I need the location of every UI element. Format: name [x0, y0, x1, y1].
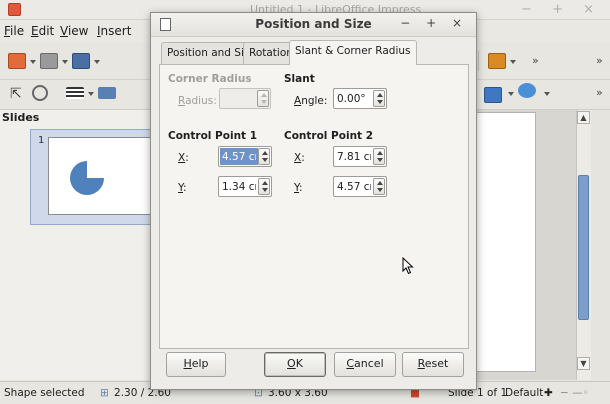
slides-pane-title: Slides	[2, 111, 40, 124]
radius-spin-buttons-icon	[257, 90, 269, 107]
radius-input	[221, 90, 255, 107]
help-button[interactable]: Help	[166, 352, 226, 377]
templates-dropdown-arrow-icon[interactable]	[62, 60, 68, 64]
status-selection: Shape selected	[4, 387, 85, 399]
toolbar-overflow-icon-2[interactable]: »	[596, 54, 603, 67]
dialog-window-controls[interactable]: − + ×	[400, 16, 468, 30]
control-point-1-heading: Control Point 1	[168, 130, 258, 142]
callout-dropdown-arrow-icon[interactable]	[544, 92, 550, 96]
status-layout: Default	[505, 387, 544, 399]
cp1-x-spin-buttons-icon[interactable]	[258, 148, 270, 165]
cp2-x-spinbox[interactable]	[333, 146, 387, 167]
cp2-y-spin-buttons-icon[interactable]	[373, 178, 385, 195]
app-window-controls[interactable]: − + ×	[521, 2, 602, 17]
slant-heading: Slant	[284, 73, 315, 85]
slide-canvas[interactable]	[470, 112, 536, 372]
zoom-slider[interactable]: − —◦	[560, 387, 589, 399]
slideshow-icon[interactable]	[488, 53, 506, 69]
scroll-down-arrow-icon[interactable]: ▼	[577, 357, 590, 370]
ok-button[interactable]: OK	[264, 352, 326, 377]
scroll-up-arrow-icon[interactable]: ▲	[577, 111, 590, 124]
angle-input[interactable]	[335, 90, 373, 107]
position-and-size-dialog: Position and Size − + × Position and Siz…	[150, 12, 477, 390]
pie-shape-thumbnail	[70, 161, 104, 195]
angle-label: Angle:	[294, 95, 328, 107]
table-dropdown-arrow-icon[interactable]	[508, 92, 514, 96]
cp2-y-input[interactable]	[335, 178, 373, 195]
callout-icon[interactable]	[518, 83, 536, 98]
cp1-x-spinbox[interactable]	[218, 146, 272, 167]
slide-thumbnail[interactable]	[48, 137, 152, 215]
cp1-y-input[interactable]	[220, 178, 258, 195]
cp1-y-label: Y:	[178, 182, 187, 194]
save-icon[interactable]	[72, 53, 90, 69]
menu-insert[interactable]: Insert	[97, 24, 131, 38]
new-dropdown-arrow-icon[interactable]	[30, 60, 36, 64]
toolbar-separator	[478, 51, 479, 71]
reset-button[interactable]: Reset	[402, 352, 464, 377]
cp2-x-input[interactable]	[335, 148, 373, 165]
cp1-y-spinbox[interactable]	[218, 176, 272, 197]
pie-shape	[70, 161, 104, 195]
table-icon[interactable]	[484, 87, 502, 103]
angle-spin-buttons-icon[interactable]	[373, 90, 385, 107]
menu-file[interactable]: File	[4, 24, 24, 38]
cp2-x-label: X:	[294, 152, 305, 164]
impress-app-icon	[8, 3, 21, 16]
angle-spinbox[interactable]	[333, 88, 387, 109]
cp2-y-label: Y:	[294, 182, 303, 194]
cp1-y-spin-buttons-icon[interactable]	[258, 178, 270, 195]
tab-slant-corner-radius[interactable]: Slant & Corner Radius	[289, 40, 417, 65]
control-point-2-heading: Control Point 2	[284, 130, 374, 142]
radius-spinbox	[219, 88, 271, 109]
cp2-y-spinbox[interactable]	[333, 176, 387, 197]
cancel-button[interactable]: Cancel	[334, 352, 396, 377]
save-dropdown-arrow-icon[interactable]	[94, 60, 100, 64]
cp1-x-label: X:	[178, 152, 189, 164]
fill-color-icon[interactable]	[98, 87, 116, 99]
cp2-x-spin-buttons-icon[interactable]	[373, 148, 385, 165]
new-document-icon[interactable]	[8, 53, 26, 69]
vertical-scrollbar-thumb[interactable]	[578, 175, 589, 320]
toolbar-overflow-icon-3[interactable]: »	[596, 86, 603, 99]
line-style-icon[interactable]	[66, 87, 84, 99]
position-icon: ⊞	[100, 387, 109, 399]
radius-label: Radius:	[178, 95, 217, 107]
templates-icon[interactable]	[40, 53, 58, 69]
slide-number: 1	[38, 135, 45, 146]
corner-radius-heading: Corner Radius	[168, 73, 252, 85]
menu-edit[interactable]: Edit	[31, 24, 54, 38]
line-style-dropdown-arrow-icon[interactable]	[88, 92, 94, 96]
cp1-x-input[interactable]	[220, 148, 258, 165]
slideshow-dropdown-arrow-icon[interactable]	[510, 60, 516, 64]
mouse-pointer-icon	[402, 257, 414, 275]
zoom-icon[interactable]	[32, 85, 48, 101]
select-pointer-icon[interactable]: ⇱	[10, 86, 22, 102]
toolbar-overflow-icon[interactable]: »	[532, 54, 539, 67]
zoom-fit-icon[interactable]: ✚	[544, 387, 553, 399]
menu-view[interactable]: View	[60, 24, 88, 38]
